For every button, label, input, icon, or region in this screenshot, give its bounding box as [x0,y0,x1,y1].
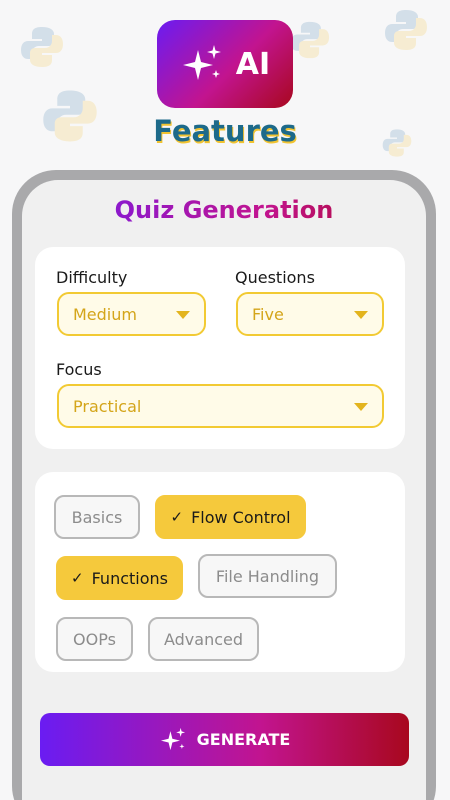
generate-button-label: GENERATE [196,730,291,749]
chevron-down-icon [176,311,190,319]
questions-label: Questions [235,268,315,287]
chip-label: File Handling [215,566,320,586]
python-logo-icon [21,27,63,67]
topic-chip-advanced[interactable]: Advanced [148,617,259,661]
ai-badge: AI [157,20,293,108]
difficulty-select[interactable]: Medium [57,292,206,336]
topic-chip-flow-control[interactable]: ✓ Flow Control [155,495,306,539]
sparkles-icon [182,45,221,80]
topic-chip-file-handling[interactable]: File Handling [198,554,337,598]
chip-label: Functions [91,568,168,588]
questions-select[interactable]: Five [236,292,384,336]
check-icon: ✓ [71,569,84,587]
python-logo-icon [385,10,427,50]
features-title: Features [153,114,297,148]
focus-select[interactable]: Practical [57,384,384,428]
difficulty-value: Medium [73,304,137,324]
chip-label: Advanced [163,629,244,649]
chip-label: Basics [71,507,123,527]
quiz-title: Quiz Generation [22,196,426,224]
chevron-down-icon [354,403,368,411]
chip-label: OOPs [73,629,116,649]
difficulty-label: Difficulty [56,268,128,287]
generate-button[interactable]: GENERATE [40,713,409,766]
python-logo-icon [290,21,330,59]
topic-chip-functions[interactable]: ✓ Functions [56,556,183,600]
topic-chip-oops[interactable]: OOPs [56,617,133,661]
ai-badge-text: AI [235,46,271,82]
check-icon: ✓ [170,508,184,526]
chevron-down-icon [354,311,368,319]
focus-label: Focus [56,360,102,379]
topic-chip-basics[interactable]: Basics [54,495,140,539]
focus-value: Practical [73,396,142,416]
chip-label: Flow Control [191,507,291,527]
questions-value: Five [252,304,284,324]
sparkles-icon [160,727,185,750]
